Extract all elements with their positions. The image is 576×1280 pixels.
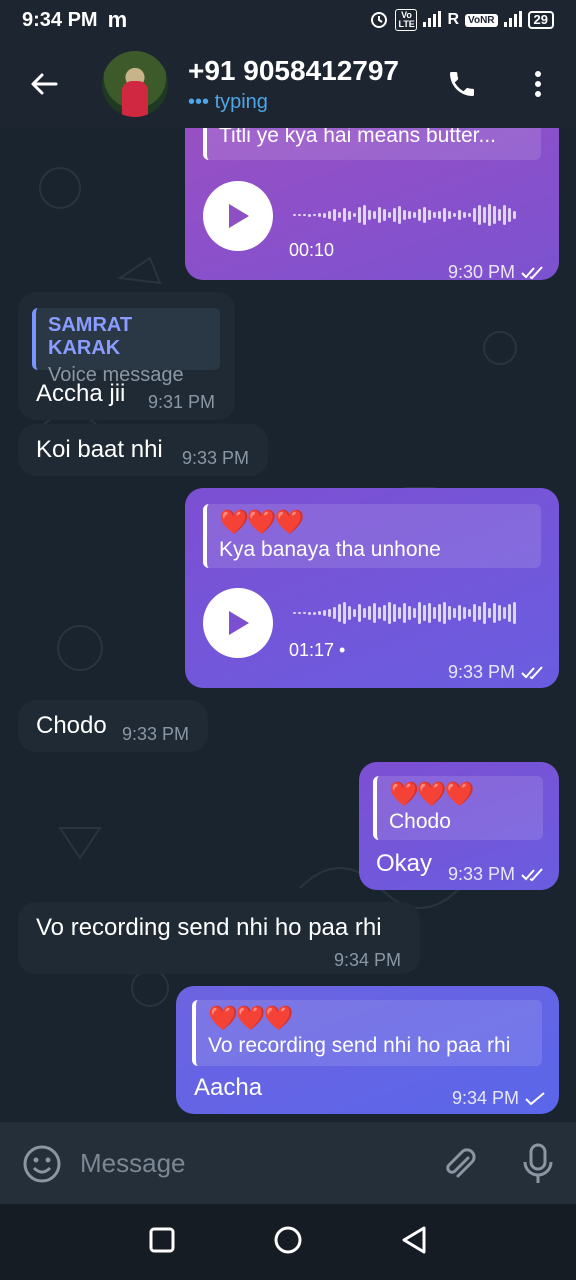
reply-text: Titli ye kya hai means butter...	[219, 128, 497, 147]
message-time: 9:31 PM	[148, 392, 216, 412]
carrier-logo: m	[107, 7, 128, 32]
message-meta: 9:33 PM	[448, 864, 545, 885]
message-meta: 9:30 PM	[448, 262, 545, 283]
reply-author: SAMRAT KARAK	[48, 314, 133, 359]
battery-indicator: 29	[527, 11, 554, 29]
back-nav-icon[interactable]	[401, 1226, 427, 1259]
reply-text: Kya banaya tha unhone	[219, 538, 441, 561]
play-icon[interactable]	[203, 588, 273, 658]
status-icons: Vo LTE R VoNR 29	[369, 9, 554, 32]
message-bubble-outgoing[interactable]: Titli ye kya hai means butter... 00:10 9…	[185, 128, 559, 283]
message-text: Accha jii	[36, 380, 126, 407]
status-time: 9:34 PM	[22, 8, 98, 31]
message-text: Aacha	[194, 1074, 263, 1101]
reply-hearts: ❤️❤️❤️	[219, 509, 305, 536]
message-time: 9:33 PM	[182, 448, 250, 468]
reply-preview[interactable]: SAMRAT KARAK Voice message	[32, 308, 220, 386]
double-check-icon	[521, 665, 543, 679]
message-time: 9:34 PM	[334, 950, 402, 970]
volte-badge: Vo LTE	[395, 9, 418, 31]
arrow-left-icon[interactable]	[22, 62, 66, 106]
system-nav-bar	[0, 1204, 576, 1280]
reply-hearts: ❤️❤️❤️	[389, 781, 475, 808]
voice-duration: 01:17 •	[289, 640, 346, 660]
smile-icon[interactable]	[22, 1144, 62, 1184]
voice-duration: 00:10	[289, 240, 335, 260]
mic-icon[interactable]	[518, 1142, 558, 1186]
reply-preview[interactable]: ❤️❤️❤️ Vo recording send nhi ho paa rhi	[192, 1000, 542, 1066]
check-icon	[525, 1091, 545, 1105]
recents-icon[interactable]	[149, 1227, 175, 1258]
more-vert-icon[interactable]	[520, 62, 556, 106]
message-time: 9:34 PM	[451, 1088, 519, 1108]
alarm-icon	[369, 9, 389, 32]
phone-icon[interactable]	[440, 62, 484, 106]
reply-preview[interactable]: ❤️❤️❤️ Kya banaya tha unhone	[203, 504, 541, 568]
status-bar: 9:34 PM m Vo LTE R VoNR 29	[0, 0, 576, 40]
message-time: 9:33 PM	[122, 724, 190, 744]
message-composer: Message	[0, 1122, 576, 1204]
message-time: 9:33 PM	[447, 662, 515, 682]
message-bubble-outgoing[interactable]: ❤️❤️❤️ Vo recording send nhi ho paa rhi …	[176, 986, 559, 1114]
roaming-label: R	[447, 11, 460, 28]
voice-waveform[interactable]	[293, 200, 516, 230]
home-icon[interactable]	[273, 1225, 303, 1260]
double-check-icon	[521, 265, 543, 279]
typing-status: ••• typing	[188, 90, 268, 113]
message-bubble-incoming[interactable]: Vo recording send nhi ho paa rhi 9:34 PM	[18, 902, 420, 974]
message-bubble-outgoing[interactable]: ❤️❤️❤️ Chodo Okay 9:33 PM	[359, 762, 559, 890]
reply-preview[interactable]: ❤️❤️❤️ Chodo	[373, 776, 543, 840]
message-text: Chodo	[36, 712, 107, 739]
message-meta: 9:34 PM	[452, 1088, 545, 1109]
contact-name: +91 9058412797	[188, 54, 399, 86]
voice-waveform[interactable]	[293, 598, 516, 628]
message-text: Vo recording send nhi ho paa rhi	[36, 914, 382, 941]
message-bubble-incoming[interactable]: SAMRAT KARAK Voice message Accha jii 9:3…	[18, 292, 235, 420]
message-bubble-incoming[interactable]: Koi baat nhi 9:33 PM	[18, 424, 268, 476]
contact-info[interactable]: +91 9058412797 ••• typing	[188, 55, 399, 114]
reply-text: Vo recording send nhi ho paa rhi	[208, 1034, 511, 1057]
signal-icon	[423, 10, 442, 30]
reply-text: Chodo	[389, 810, 451, 833]
message-time: 9:33 PM	[447, 864, 515, 884]
message-bubble-outgoing[interactable]: ❤️❤️❤️ Kya banaya tha unhone 01:17 • 9:3…	[185, 488, 559, 688]
chat-header: +91 9058412797 ••• typing	[0, 40, 576, 128]
avatar[interactable]	[102, 51, 168, 117]
message-bubble-incoming[interactable]: Chodo 9:33 PM	[18, 700, 208, 752]
message-input[interactable]: Message	[80, 1148, 186, 1179]
play-icon[interactable]	[203, 181, 273, 251]
chat-area[interactable]: Titli ye kya hai means butter... 00:10 9…	[0, 128, 576, 1122]
reply-hearts: ❤️❤️❤️	[208, 1005, 294, 1032]
message-time: 9:30 PM	[447, 262, 515, 282]
double-check-icon	[521, 867, 543, 881]
signal-icon-2	[503, 10, 522, 30]
message-text: Okay	[376, 850, 433, 877]
message-text: Koi baat nhi	[36, 436, 163, 463]
vonr-badge: VoNR	[465, 13, 498, 27]
message-meta: 9:33 PM	[448, 662, 545, 683]
paperclip-icon[interactable]	[440, 1144, 480, 1184]
reply-preview[interactable]: Titli ye kya hai means butter...	[203, 128, 541, 160]
